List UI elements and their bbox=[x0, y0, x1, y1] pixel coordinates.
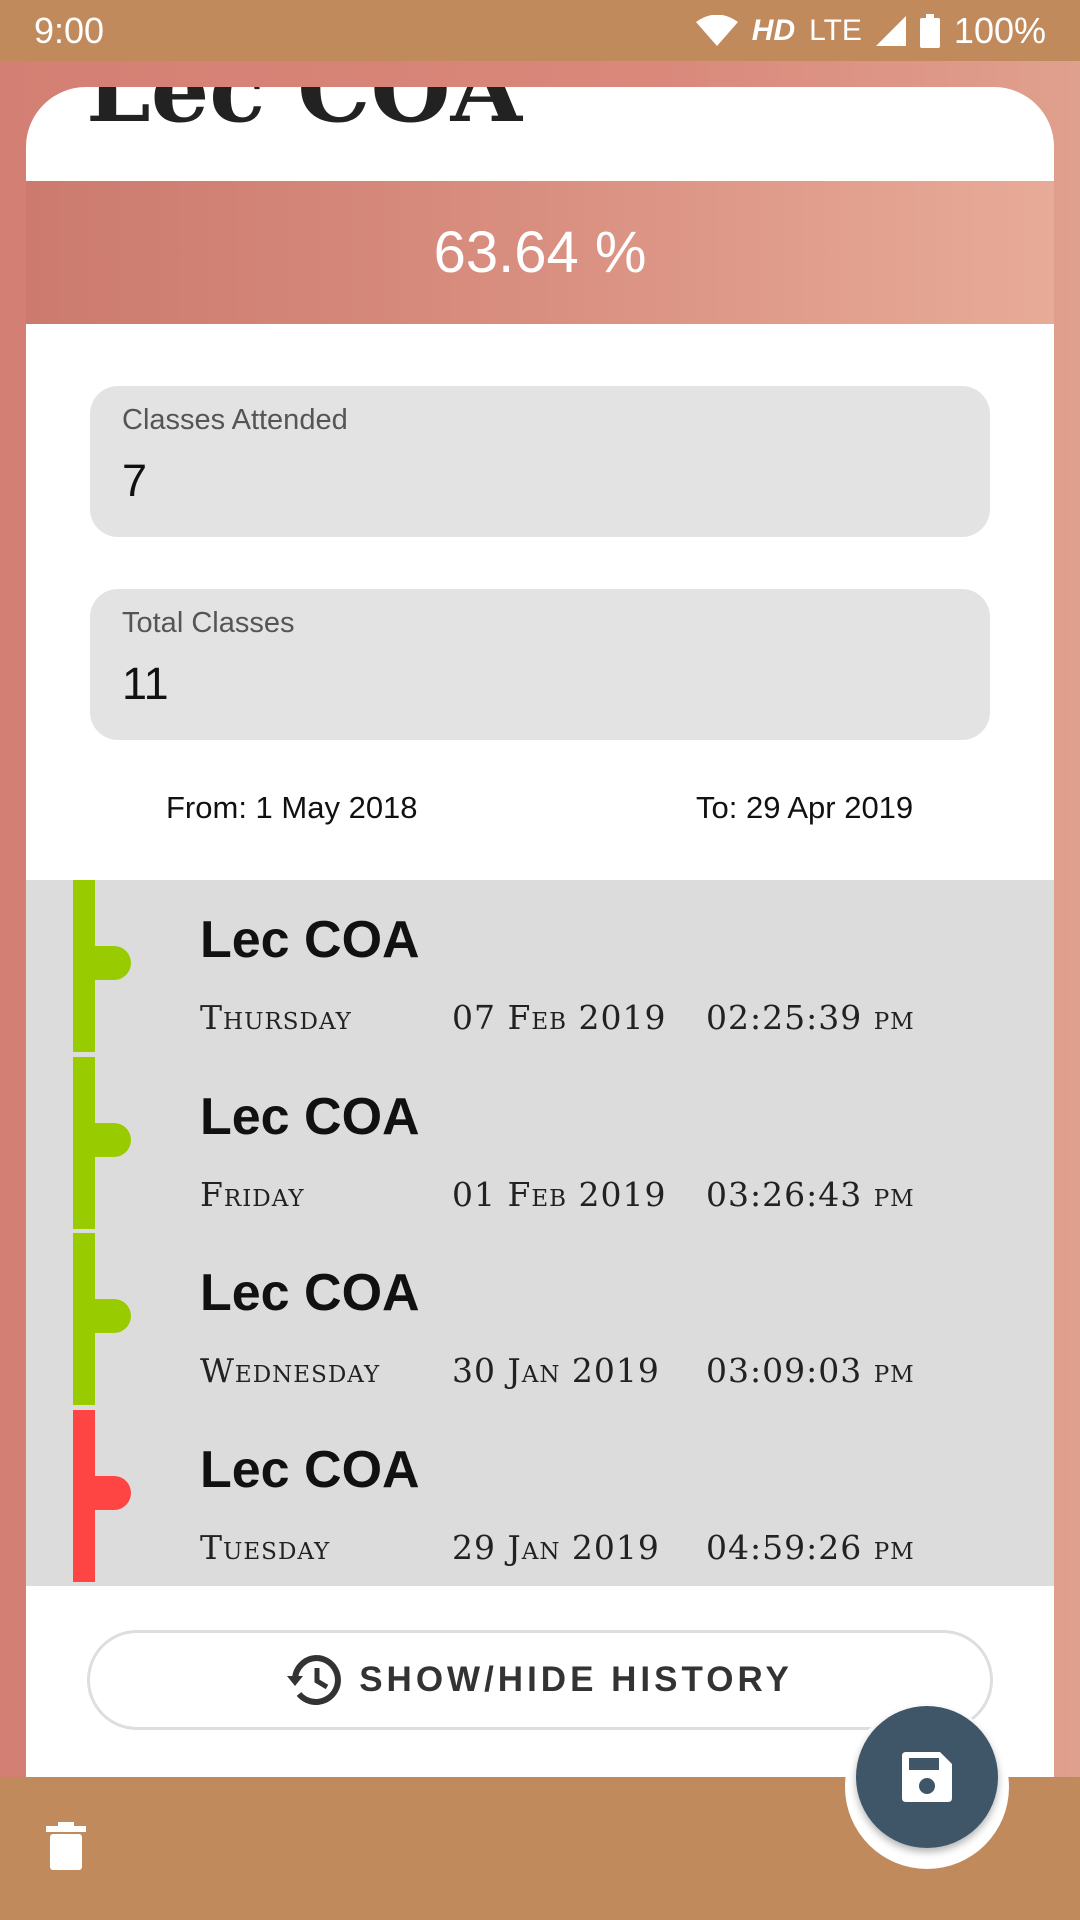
history-time: 03:09:03 pm bbox=[706, 1351, 915, 1390]
classes-attended-value[interactable]: 7 bbox=[122, 455, 958, 507]
history-day: Thursday bbox=[200, 998, 352, 1037]
history-item: Lec COA Friday 01 Feb 2019 03:26:43 pm bbox=[26, 1056, 1054, 1234]
history-icon bbox=[287, 1655, 342, 1705]
history-title: Lec COA bbox=[200, 1440, 420, 1499]
history-title: Lec COA bbox=[200, 1087, 420, 1146]
history-time: 03:26:43 pm bbox=[706, 1174, 915, 1214]
subject-card: Lec COA 63.64 % Classes Attended 7 Total… bbox=[26, 87, 1054, 1787]
classes-attended-label: Classes Attended bbox=[122, 404, 348, 436]
history-item: Lec COA Wednesday 30 Jan 2019 03:09:03 p… bbox=[26, 1233, 1054, 1410]
percentage-value: 63.64 % bbox=[433, 220, 647, 285]
show-hide-history-button[interactable]: SHOW/HIDE HISTORY bbox=[87, 1630, 993, 1730]
history-title: Lec COA bbox=[200, 911, 420, 969]
save-icon bbox=[902, 1752, 952, 1802]
signal-icon bbox=[875, 15, 906, 46]
history-day: Tuesday bbox=[200, 1527, 331, 1567]
total-classes-field[interactable]: Total Classes 11 bbox=[90, 589, 990, 740]
history-date: 29 Jan 2019 bbox=[452, 1527, 660, 1567]
total-classes-label: Total Classes bbox=[122, 607, 295, 639]
save-button[interactable] bbox=[856, 1706, 998, 1848]
history-title: Lec COA bbox=[200, 1264, 420, 1322]
status-knob bbox=[86, 1475, 131, 1510]
date-to[interactable]: To: 29 Apr 2019 bbox=[696, 790, 913, 826]
history-day: Friday bbox=[200, 1174, 305, 1214]
date-from[interactable]: From: 1 May 2018 bbox=[166, 790, 418, 826]
status-time: 9:00 bbox=[34, 9, 105, 51]
history-time: 02:25:39 pm bbox=[706, 998, 915, 1037]
status-knob bbox=[86, 1299, 131, 1333]
status-knob bbox=[86, 1122, 131, 1157]
battery-level: 100% bbox=[953, 9, 1046, 51]
status-icons: HD LTE 100% bbox=[695, 9, 1046, 52]
classes-attended-field[interactable]: Classes Attended 7 bbox=[90, 386, 990, 537]
delete-icon bbox=[46, 1822, 86, 1870]
total-classes-value[interactable]: 11 bbox=[122, 658, 958, 710]
wifi-icon bbox=[695, 14, 738, 46]
show-hide-history-label: SHOW/HIDE HISTORY bbox=[359, 1660, 793, 1699]
history-date: 01 Feb 2019 bbox=[452, 1174, 667, 1214]
network-type: LTE bbox=[809, 13, 862, 47]
history-list: Lec COA Thursday 07 Feb 2019 02:25:39 pm… bbox=[26, 880, 1054, 1586]
history-item: Lec COA Thursday 07 Feb 2019 02:25:39 pm bbox=[26, 880, 1054, 1057]
history-date: 07 Feb 2019 bbox=[452, 998, 667, 1037]
subject-title: Lec COA bbox=[86, 87, 523, 143]
history-day: Wednesday bbox=[200, 1351, 381, 1390]
attendance-percentage: 63.64 % bbox=[26, 181, 1054, 324]
status-knob bbox=[86, 946, 131, 980]
hd-indicator: HD bbox=[751, 13, 796, 47]
battery-icon bbox=[919, 13, 940, 48]
delete-button[interactable] bbox=[46, 1822, 96, 1876]
history-item: Lec COA Tuesday 29 Jan 2019 04:59:26 pm bbox=[26, 1409, 1054, 1587]
history-date: 30 Jan 2019 bbox=[452, 1351, 660, 1390]
history-time: 04:59:26 pm bbox=[706, 1527, 915, 1567]
status-bar: 9:00 HD LTE 100% bbox=[0, 0, 1080, 61]
